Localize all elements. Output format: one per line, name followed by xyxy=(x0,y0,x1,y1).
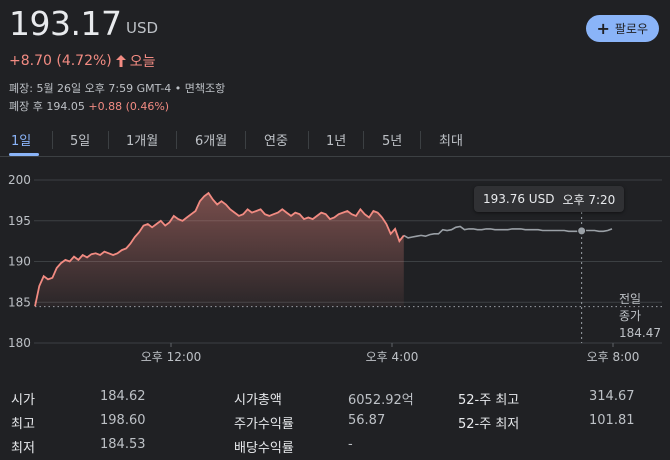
stat-high-value: 198.60 xyxy=(100,413,146,428)
prev-close-label: 전일 종가 184.47 xyxy=(619,291,661,342)
tab-ytd[interactable]: 연중 xyxy=(264,130,288,149)
price-change: +8.70 (4.72%) 오늘 xyxy=(9,51,156,71)
after-hours-price: 194.05 xyxy=(46,100,85,113)
tab-divider xyxy=(363,131,364,149)
x-tick-label: 오후 4:00 xyxy=(366,350,419,364)
tab-divider xyxy=(176,131,177,149)
stat-low-label: 최저 xyxy=(11,441,35,456)
after-hours-info: 폐장 후 194.05 +0.88 (0.46%) xyxy=(9,98,169,114)
stat-low-value: 184.53 xyxy=(100,437,146,452)
tab-divider xyxy=(245,131,246,149)
stat-52wl-label: 52-주 최저 xyxy=(458,417,520,432)
y-tick-label: 195 xyxy=(8,214,31,228)
range-tabs: 1일 5일 1개월 6개월 연중 1년 5년 최대 xyxy=(0,130,670,156)
tab-divider xyxy=(308,131,309,149)
x-tick-label: 오후 12:00 xyxy=(141,350,201,364)
hover-point xyxy=(577,226,587,236)
prev-close-label-line1: 전일 xyxy=(619,292,642,306)
stat-div-label: 배당수익률 xyxy=(234,441,294,456)
stat-pe-value: 56.87 xyxy=(348,413,386,428)
stat-open-value: 184.62 xyxy=(100,389,146,404)
tab-max[interactable]: 최대 xyxy=(439,130,463,149)
stat-open-label: 시가 xyxy=(11,393,35,408)
after-hours-change: +0.88 (0.46%) xyxy=(88,100,170,113)
tab-divider xyxy=(52,131,53,149)
regular-session-area xyxy=(35,193,404,307)
stat-mktcap-label: 시가총액 xyxy=(234,393,282,408)
y-tick-label: 185 xyxy=(8,295,31,309)
change-value: +8.70 (4.72%) xyxy=(9,53,112,69)
change-period: 오늘 xyxy=(129,54,156,70)
arrow-up-icon xyxy=(115,55,126,67)
stat-52wl-value: 101.81 xyxy=(589,413,635,428)
tab-divider xyxy=(420,131,421,149)
tab-divider xyxy=(108,131,109,149)
stat-div-value: - xyxy=(348,437,353,452)
tab-6m[interactable]: 6개월 xyxy=(195,130,227,149)
prev-close-value: 184.47 xyxy=(619,326,661,340)
y-tick-label: 190 xyxy=(8,255,31,269)
tab-1m[interactable]: 1개월 xyxy=(126,130,158,149)
tabs-divider xyxy=(0,156,670,157)
current-price: 193.17 xyxy=(9,4,122,43)
tab-1d[interactable]: 1일 xyxy=(11,130,31,149)
x-tick-label: 오후 8:00 xyxy=(587,350,640,364)
tab-5y[interactable]: 5년 xyxy=(382,130,402,149)
prev-close-label-line2: 종가 xyxy=(619,309,642,323)
market-closed-info: 폐장: 5월 26일 오후 7:59 GMT-4 • 면책조항 xyxy=(9,82,226,95)
tooltip-time: 오후 7:20 xyxy=(562,192,616,207)
stat-mktcap-value: 6052.92억 xyxy=(348,393,414,408)
follow-label: 팔로우 xyxy=(614,22,648,36)
stat-high-label: 최고 xyxy=(11,417,35,432)
y-tick-label: 180 xyxy=(8,336,31,350)
tab-5d[interactable]: 5일 xyxy=(70,130,90,149)
stat-pe-label: 주가수익률 xyxy=(234,417,294,432)
currency-label: USD xyxy=(126,19,159,37)
after-hours-label: 폐장 후 xyxy=(9,100,43,113)
tooltip-price: 193.76 USD xyxy=(483,192,555,206)
y-tick-label: 200 xyxy=(8,173,31,187)
stat-52wh-value: 314.67 xyxy=(589,389,635,404)
stat-52wh-label: 52-주 최고 xyxy=(458,393,520,408)
tab-1y[interactable]: 1년 xyxy=(326,130,346,149)
price-tooltip: 193.76 USD 오후 7:20 xyxy=(474,186,625,212)
follow-button[interactable]: + 팔로우 xyxy=(586,15,659,42)
plus-icon: + xyxy=(596,18,610,38)
